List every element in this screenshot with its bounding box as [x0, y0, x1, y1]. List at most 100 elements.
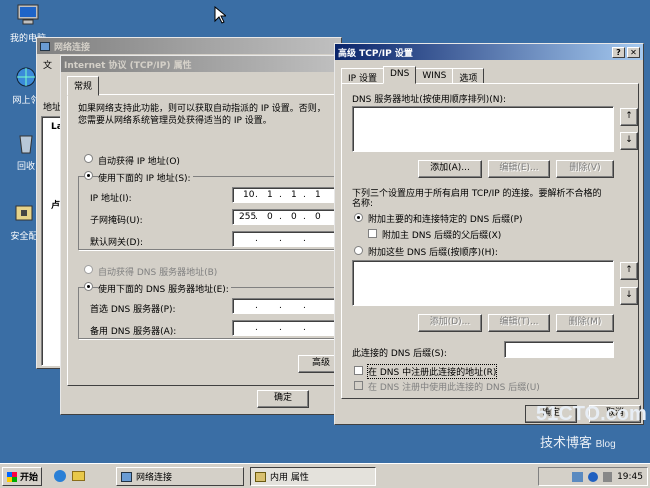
append-these-radio[interactable]: [354, 246, 363, 255]
manual-ip-label: 使用下面的 IP 地址(S):: [98, 171, 193, 184]
watermark-text: 技术博客: [540, 435, 593, 450]
advanced-titlebar[interactable]: 高级 TCP/IP 设置 ? ✕: [335, 44, 643, 60]
dns-dot: .: [303, 301, 306, 311]
add-suffix-button[interactable]: 添加(D)...: [418, 314, 482, 332]
mask-dot: .: [255, 212, 258, 222]
start-button[interactable]: 开始: [2, 467, 42, 486]
help-button[interactable]: ?: [612, 46, 625, 58]
edit-suffix-button[interactable]: 编辑(T)...: [488, 314, 550, 332]
windows-logo-icon: [7, 471, 17, 482]
ip-octet: 1: [267, 190, 273, 200]
register-suffix-checkbox[interactable]: [354, 381, 363, 390]
mask-dot: .: [279, 212, 282, 222]
quicklaunch-folder-icon[interactable]: [72, 471, 85, 481]
dns-panel: DNS 服务器地址(按使用顺序排列)(N): ↑ ↓ 添加(A)... 编辑(E…: [341, 83, 639, 399]
suffix-move-down-button[interactable]: ↓: [620, 287, 638, 305]
mask-octet: 0: [267, 212, 273, 222]
watermark-subtitle: 技术博客 Blog: [540, 432, 616, 451]
tcpip-ok-button[interactable]: 确定: [257, 390, 309, 408]
network-icon: [40, 41, 50, 51]
mask-octet: 0: [315, 212, 321, 222]
connection-suffix-field[interactable]: [504, 341, 614, 358]
quicklaunch-ie-icon[interactable]: [54, 470, 66, 482]
start-label: 开始: [20, 473, 39, 483]
network-tray-icon[interactable]: [572, 471, 584, 482]
append-primary-radio[interactable]: [354, 213, 363, 222]
auto-dns-label: 自动获得 DNS 服务器地址(B): [98, 268, 218, 278]
manual-ip-radio[interactable]: [84, 171, 93, 180]
ip-octet: 10: [243, 190, 255, 200]
taskbar-properties[interactable]: 内用 属性: [250, 467, 376, 486]
taskbar-network-connections[interactable]: 网络连接: [116, 467, 244, 486]
edit-dns-button[interactable]: 编辑(E)...: [488, 160, 550, 178]
menu-file[interactable]: 文: [43, 58, 52, 71]
ip-dot: .: [279, 190, 282, 200]
tab-general[interactable]: 常规: [67, 76, 100, 96]
append-parent-checkbox[interactable]: [368, 229, 377, 238]
network-connections-title: 网络连接: [54, 42, 91, 53]
tcpip-titlebar[interactable]: Internet 协议 (TCP/IP) 属性: [61, 56, 341, 72]
dns-dot: .: [279, 323, 282, 333]
remove-dns-button[interactable]: 删除(V): [556, 160, 614, 178]
move-down-button[interactable]: ↓: [620, 132, 638, 150]
preferred-dns-field[interactable]: . . .: [232, 298, 342, 314]
intro-text-2: 您需要从网络系统管理员处获得适当的 IP 设置。: [78, 116, 272, 126]
ip-octet: 1: [315, 190, 321, 200]
auto-ip-label: 自动获得 IP 地址(O): [98, 157, 180, 167]
gateway-field[interactable]: . . .: [232, 231, 342, 247]
append-primary-label: 附加主要的和连接特定的 DNS 后缀(P): [368, 215, 523, 225]
auto-dns-radio[interactable]: [84, 265, 93, 274]
alternate-dns-label: 备用 DNS 服务器(A):: [90, 327, 177, 337]
dns-dot: .: [303, 323, 306, 333]
advanced-title: 高级 TCP/IP 设置: [338, 48, 413, 59]
add-dns-button[interactable]: 添加(A)...: [418, 160, 482, 178]
ip-address-field[interactable]: 10 . 1 . 1 . 1: [232, 187, 342, 203]
append-parent-label: 附加主 DNS 后缀的父后缀(X): [382, 231, 502, 241]
mask-dot: .: [303, 212, 306, 222]
advanced-tcpip-window[interactable]: 高级 TCP/IP 设置 ? ✕ IP 设置 DNS WINS 选项 DNS 服…: [334, 43, 644, 425]
dns-list-label: DNS 服务器地址(按使用顺序排列)(N):: [352, 95, 507, 105]
dns-dot: .: [279, 301, 282, 311]
mouse-cursor-icon: [214, 6, 226, 24]
suffix-move-up-button[interactable]: ↑: [620, 262, 638, 280]
help-tray-icon[interactable]: [588, 471, 599, 482]
ip-address-label: IP 地址(I):: [90, 194, 132, 204]
subnet-mask-label: 子网掩码(U):: [90, 216, 143, 226]
register-suffix-label: 在 DNS 注册中使用此连接的 DNS 后缀(U): [368, 383, 540, 393]
register-label: 在 DNS 中注册此连接的地址(R): [366, 364, 498, 379]
watermark-logo: 51CTO.com: [536, 403, 647, 425]
system-tray: 19:45: [538, 467, 648, 486]
auto-ip-radio[interactable]: [84, 154, 93, 163]
preferred-dns-label: 首选 DNS 服务器(P):: [90, 305, 176, 315]
list-item[interactable]: 卢: [51, 198, 60, 211]
tab-dns[interactable]: DNS: [382, 66, 417, 84]
append-these-label: 附加这些 DNS 后缀(按顺序)(H):: [368, 248, 498, 258]
gateway-label: 默认网关(D):: [90, 238, 143, 248]
dns-server-list[interactable]: [352, 106, 614, 152]
network-connections-titlebar[interactable]: 网络连接: [37, 38, 341, 54]
ip-dot: .: [255, 190, 258, 200]
dns-suffix-list[interactable]: [352, 260, 614, 306]
address-label: 地址: [43, 103, 62, 113]
mask-octet: 0: [291, 212, 297, 222]
gateway-dot: .: [279, 234, 282, 244]
remove-suffix-button[interactable]: 删除(M): [556, 314, 614, 332]
speaker-tray-icon[interactable]: [603, 471, 613, 482]
alternate-dns-field[interactable]: . . .: [232, 320, 342, 336]
move-up-button[interactable]: ↑: [620, 108, 638, 126]
clock[interactable]: 19:45: [617, 472, 643, 482]
gateway-dot: .: [303, 234, 306, 244]
tcpip-properties-window[interactable]: Internet 协议 (TCP/IP) 属性 常规 如果网络支持此功能，则可以…: [60, 55, 344, 415]
info-text-2: 名称:: [352, 199, 374, 209]
ip-dot: .: [303, 190, 306, 200]
task-label: 内用 属性: [270, 473, 309, 483]
network-icon: [121, 471, 132, 482]
watermark-blog: Blog: [595, 439, 616, 450]
close-icon[interactable]: ✕: [627, 46, 640, 58]
register-checkbox[interactable]: [354, 366, 363, 375]
subnet-mask-field[interactable]: 255 . 0 . 0 . 0: [232, 209, 342, 225]
manual-dns-label: 使用下面的 DNS 服务器地址(E):: [98, 282, 231, 295]
computer-icon: [17, 4, 39, 25]
manual-dns-radio[interactable]: [84, 282, 93, 291]
gateway-dot: .: [255, 234, 258, 244]
